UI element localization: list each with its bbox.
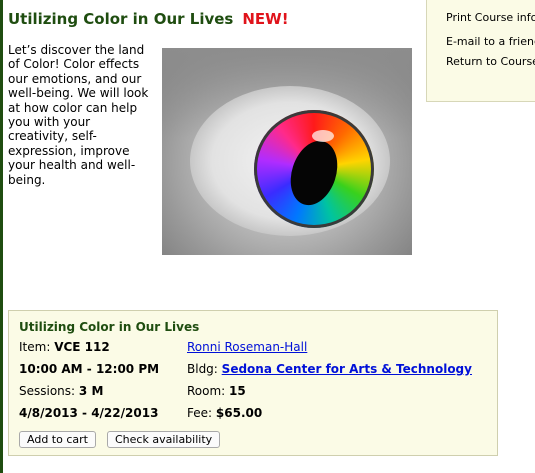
course-description: Let’s discover the land of Color! Color …: [8, 43, 149, 187]
course-actions-panel: Print Course infor E-mail to a friend Re…: [426, 0, 535, 102]
time-value: 10:00 AM - 12:00 PM: [19, 362, 160, 376]
details-title: Utilizing Color in Our Lives: [19, 320, 200, 334]
item-value: VCE 112: [54, 340, 110, 354]
fee-value: $65.00: [215, 406, 263, 420]
return-to-course-link[interactable]: Return to Course: [446, 55, 535, 68]
check-availability-button[interactable]: Check availability: [107, 431, 221, 448]
building-link[interactable]: Sedona Center for Arts & Technology: [222, 362, 472, 376]
bldg-label: Bldg:: [187, 362, 218, 376]
dates-value: 4/8/2013 - 4/22/2013: [19, 406, 159, 420]
print-course-link[interactable]: Print Course infor: [446, 11, 535, 24]
room-row: Room: 15: [187, 384, 246, 398]
fee-row: Fee: $65.00: [187, 406, 262, 420]
room-label: Room:: [187, 384, 226, 398]
item-row: Item: VCE 112: [19, 340, 110, 354]
sessions-label: Sessions:: [19, 384, 76, 398]
instructor-link[interactable]: Ronni Roseman-Hall: [187, 340, 307, 354]
sessions-row: Sessions: 3 M: [19, 384, 103, 398]
sessions-value: 3 M: [78, 384, 104, 398]
room-value: 15: [229, 384, 246, 398]
item-label: Item:: [19, 340, 51, 354]
email-friend-link[interactable]: E-mail to a friend: [446, 35, 535, 48]
eye-highlight: [312, 130, 334, 142]
course-details-box: Utilizing Color in Our Lives Item: VCE 1…: [8, 310, 498, 456]
rainbow-eye-image: [162, 48, 412, 255]
fee-label: Fee:: [187, 406, 213, 420]
course-title-row: Utilizing Color in Our Lives NEW!: [8, 10, 289, 28]
course-title: Utilizing Color in Our Lives: [8, 10, 234, 28]
left-page-border: [0, 0, 3, 473]
bldg-row: Bldg: Sedona Center for Arts & Technolog…: [187, 362, 472, 376]
new-badge: NEW!: [242, 10, 289, 28]
add-to-cart-button[interactable]: Add to cart: [19, 431, 96, 448]
